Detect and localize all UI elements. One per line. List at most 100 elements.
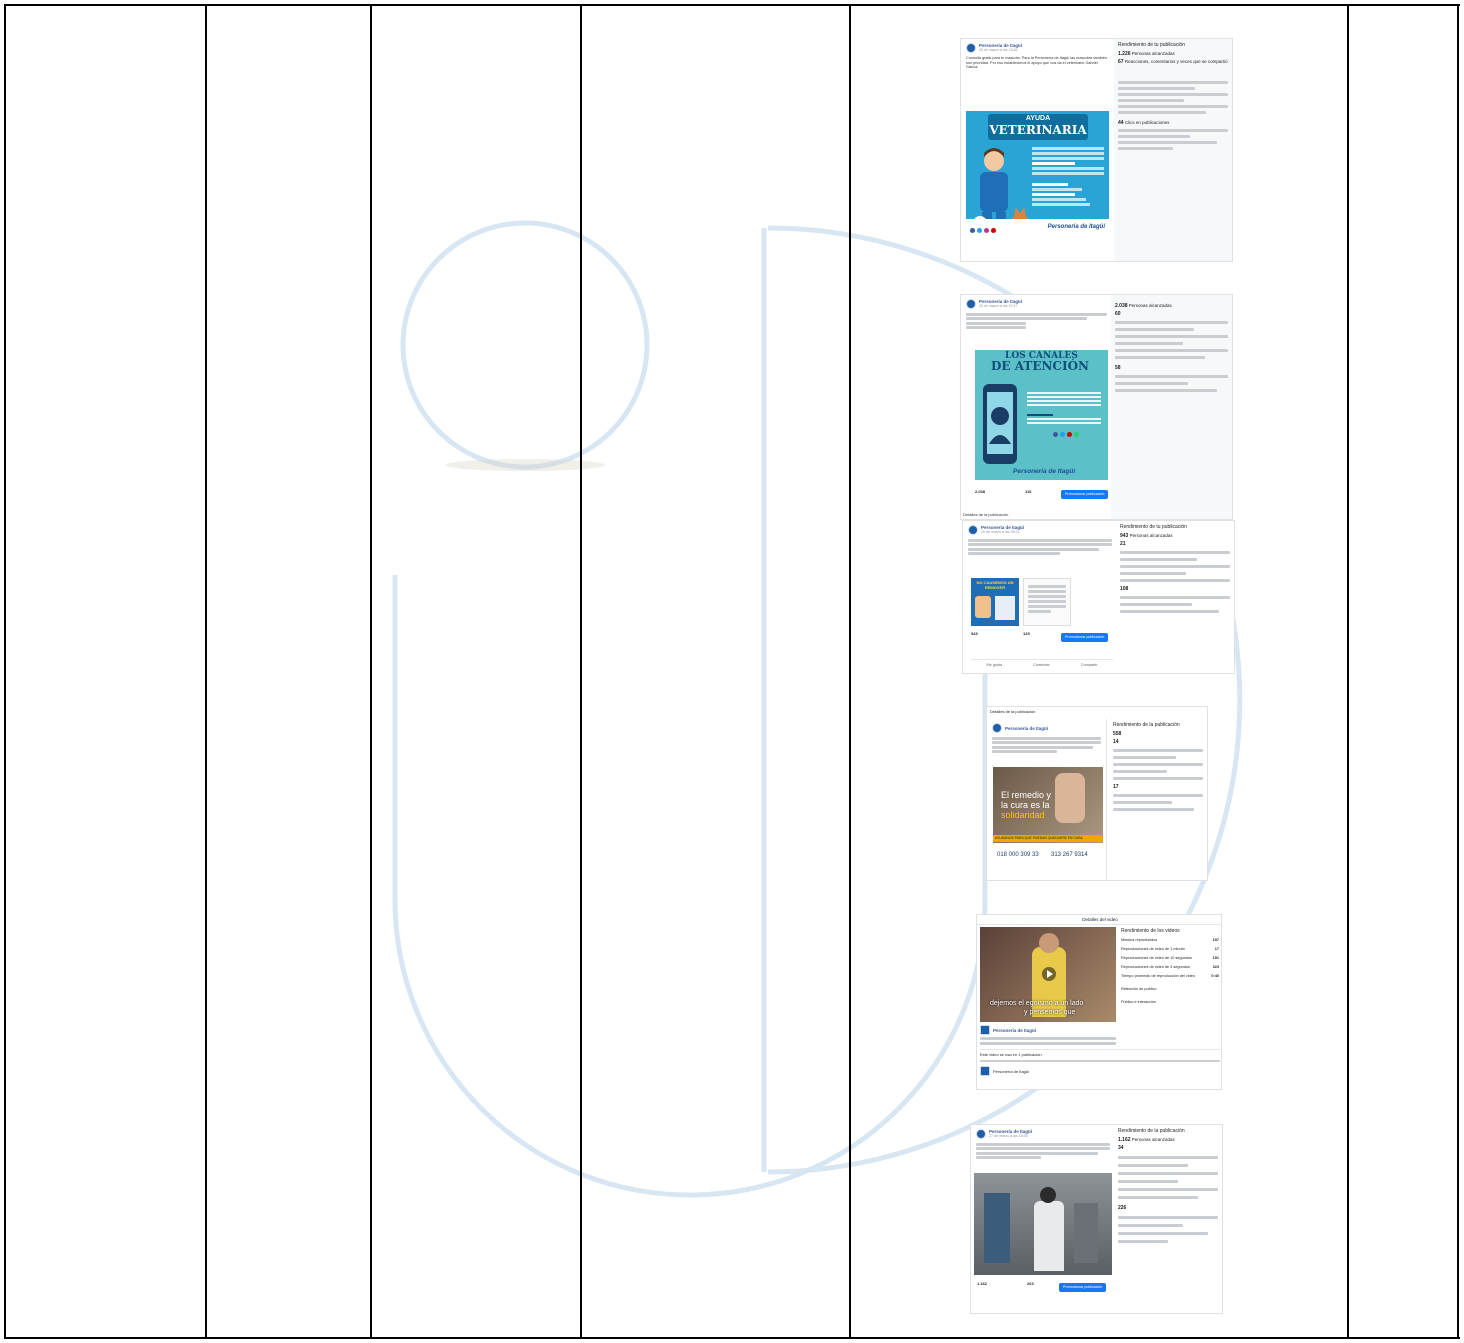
poster-remedio: El remedio y la cura es la solidaridad A…	[993, 767, 1103, 879]
metric-label: Reproducciones de video de 3 segundos	[1121, 965, 1190, 969]
metrics-title: Rendimiento de los videos	[1121, 928, 1180, 934]
footer-interactions: 116	[1025, 489, 1032, 494]
metric-label: Reproducciones de video de 1 minuto	[1121, 947, 1185, 951]
post-date: 20 de marzo a las 09:21	[981, 530, 1020, 534]
screenshot-metro: Personería de Itagüí 27 de marzo a las 1…	[970, 1124, 1223, 1314]
post-date: 26 de marzo a las 15:36	[979, 48, 1018, 52]
details-header: Detalles de la publicación	[990, 709, 1036, 714]
metric-value: 151	[1212, 956, 1219, 960]
metric-row	[1118, 68, 1228, 78]
promote-button[interactable]: Promocionar publicación	[1059, 1283, 1107, 1292]
share-button[interactable]: Compartir	[1081, 663, 1098, 668]
reach-value: 1.162	[1118, 1137, 1131, 1143]
facebook-post: Personería de Itagüí 20 de marzo a las 0…	[963, 521, 1118, 673]
poster-title-line2: DE ATENCIÓN	[991, 359, 1090, 373]
metric-value: 0:40	[1211, 974, 1219, 978]
metrics-title: Rendimiento de la publicación	[1118, 1128, 1185, 1134]
metric-label[interactable]: Público e interacción	[1121, 1000, 1219, 1005]
poster-brand: Personería de Itagüí	[1047, 224, 1105, 230]
poster-title: VETERINARIA	[989, 123, 1087, 137]
table-column-divider	[1347, 4, 1349, 1339]
clicks-value: 17	[1113, 784, 1119, 790]
metric-value: 17	[1214, 947, 1219, 951]
document-table	[0, 0, 1464, 1343]
phone-number-2: 313 267 9314	[1051, 852, 1088, 858]
poster-line1: El remedio y	[1001, 790, 1052, 800]
reach-value: 2.038	[1115, 303, 1128, 309]
metrics-title: Rendimiento de la publicación	[1113, 722, 1180, 728]
poster-canales: LOS CANALES DE ATENCIÓN Personería de It…	[975, 350, 1108, 480]
facebook-post: Personería de Itagüí El remedio y la cur…	[987, 719, 1107, 880]
metrics-title: Rendimiento de tu publicación	[1118, 42, 1185, 48]
phone-illustration	[983, 384, 1017, 464]
promote-button[interactable]: Promocionar publicación	[1061, 490, 1109, 499]
reach-label: Personas alcanzadas	[1131, 51, 1175, 56]
table-column-divider	[4, 4, 6, 1339]
footer-reach: 943	[971, 631, 978, 636]
table-title: Este video se usa en 1 publicación	[980, 1052, 1042, 1057]
poster-body-lines	[1032, 145, 1104, 208]
post-date: 27 de marzo a las 15:35	[989, 1134, 1028, 1138]
page-logo	[966, 299, 976, 309]
reactions-value: 34	[1118, 1145, 1124, 1151]
facebook-post: Personería de Itagüí 26 de marzo a las 1…	[961, 39, 1116, 261]
social-icons	[970, 228, 996, 233]
like-button[interactable]: Me gusta	[987, 663, 1003, 668]
post-text: Consulta gratis para tu mascota. Para la…	[966, 56, 1107, 70]
post-metrics-panel: Rendimiento de tu publicación 1.226 Pers…	[1114, 39, 1232, 261]
facebook-post: Personería de Itagüí 25 de marzo a las 0…	[961, 295, 1113, 519]
video-thumbnail	[980, 1025, 990, 1035]
play-icon[interactable]	[1042, 967, 1056, 981]
table-column-divider	[849, 4, 851, 1339]
metric-label[interactable]: Retención de público	[1121, 987, 1219, 992]
video-player[interactable]: dejemos el egoísmo a un lado y pensemos …	[980, 927, 1116, 1022]
reach-label: Personas alcanzadas	[1128, 303, 1172, 308]
reactions-label: Reacciones, comentarios y veces que se c…	[1124, 59, 1228, 64]
poster-title: NO CAUSEMOS UN REMOVER	[976, 580, 1014, 590]
metric-label: Minutos reproducidos	[1121, 938, 1158, 942]
poster-comunicado: NO CAUSEMOS UN REMOVER	[971, 578, 1019, 626]
screenshot-canales: Personería de Itagüí 25 de marzo a las 0…	[960, 294, 1233, 520]
reactions-value: 14	[1113, 739, 1119, 745]
reactions-value: 21	[1120, 541, 1126, 547]
footer-interactions: 129	[1023, 631, 1030, 636]
clicks-value: 226	[1118, 1205, 1127, 1211]
footer-reach: 2.038	[975, 489, 986, 494]
metric-value: 323	[1212, 965, 1219, 969]
post-thumbnail	[980, 1066, 990, 1076]
metric-value: 157	[1212, 938, 1219, 942]
metrics-title: Rendimiento de tu publicación	[1120, 524, 1187, 530]
phone-number-1: 018 000 309 33	[997, 852, 1039, 858]
reach-value: 558	[1113, 731, 1122, 737]
table-column-divider	[580, 4, 582, 1339]
post-metrics-panel: 2.038 Personas alcanzadas 60 58	[1111, 295, 1232, 519]
reactions-value: 60	[1115, 311, 1121, 317]
table-row[interactable]: Personería de Itagüí	[993, 1069, 1029, 1074]
table-border-bottom	[4, 1337, 1460, 1339]
page-name: Personería de Itagüí	[1005, 725, 1049, 731]
video-caption-2: y pensemos que	[1024, 1009, 1076, 1016]
post-photo	[974, 1173, 1112, 1275]
screenshot-veterinaria: Personería de Itagüí 26 de marzo a las 1…	[960, 38, 1233, 262]
facebook-post: Personería de Itagüí 27 de marzo a las 1…	[971, 1125, 1116, 1313]
reach-value: 943	[1120, 533, 1129, 539]
table-column-divider	[370, 4, 372, 1339]
screenshot-video: Detalles del video dejemos el egoísmo a …	[976, 914, 1222, 1090]
metric-label: Tiempo promedio de reproducción del vide…	[1121, 974, 1195, 978]
document-thumbnail	[1023, 578, 1071, 626]
clicks-value: 44	[1118, 120, 1124, 126]
poster-line3: solidaridad	[1001, 810, 1045, 820]
video-details-header: Detalles del video	[977, 915, 1221, 925]
poster-line2: la cura es la	[1001, 800, 1050, 810]
promote-button[interactable]: Promocionar publicación	[1061, 633, 1109, 642]
page-logo	[976, 1129, 986, 1139]
video-metrics-panel: Rendimiento de los videos Minutos reprod…	[1121, 927, 1219, 1009]
clicks-value: 108	[1120, 586, 1129, 592]
reach-label: Personas alcanzadas	[1129, 533, 1173, 538]
page-logo	[992, 723, 1002, 733]
table-border-top	[4, 4, 1460, 6]
poster-body-lines	[1027, 390, 1101, 439]
comment-button[interactable]: Comentar	[1033, 663, 1050, 668]
footer-reach: 1.162	[977, 1281, 988, 1286]
clicks-value: 58	[1115, 365, 1121, 371]
